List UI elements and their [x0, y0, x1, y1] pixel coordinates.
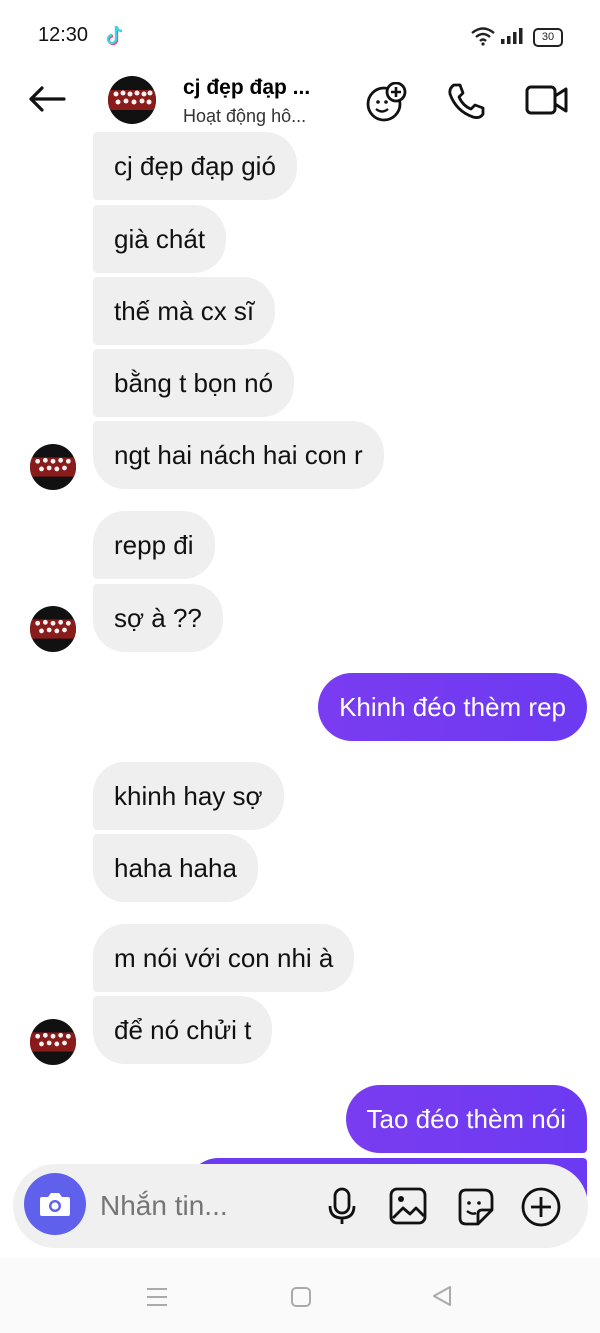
gallery-button[interactable]: [388, 1186, 428, 1226]
tiktok-icon: [106, 25, 123, 46]
contact-status: Hoạt động hô...: [183, 106, 307, 126]
group-photo-icon: [30, 1019, 76, 1065]
wifi-icon: [471, 27, 495, 46]
contact-avatar[interactable]: [108, 76, 156, 124]
message-bubble-outgoing[interactable]: Tao đéo thèm nói: [345, 1085, 587, 1153]
message-bubble-incoming[interactable]: già chát: [93, 205, 227, 273]
message-bubble-incoming[interactable]: thế mà cx sĩ: [93, 277, 276, 345]
contact-name[interactable]: cj đẹp đạp ...: [183, 76, 310, 100]
message-bubble-incoming[interactable]: khinh hay sợ: [93, 762, 284, 830]
message-bubble-incoming[interactable]: repp đi: [93, 511, 215, 579]
camera-button[interactable]: [24, 1173, 86, 1235]
recent-apps-icon[interactable]: [146, 1287, 168, 1307]
camera-icon: [40, 1193, 70, 1216]
more-options-button[interactable]: [520, 1186, 562, 1228]
status-time: 12:30: [38, 24, 89, 46]
group-photo-icon: [30, 606, 76, 652]
home-icon[interactable]: [290, 1286, 312, 1308]
call-button[interactable]: [444, 80, 488, 122]
back-button[interactable]: [26, 83, 68, 115]
microphone-button[interactable]: [322, 1186, 362, 1226]
signal-icon: [501, 28, 523, 44]
message-bubble-incoming[interactable]: m nói với con nhi à: [93, 924, 355, 992]
message-bubble-incoming[interactable]: ngt hai nách hai con r: [93, 421, 384, 489]
message-bubble-incoming[interactable]: haha haha: [93, 834, 258, 902]
message-bubble-incoming[interactable]: bằng t bọn nó: [93, 349, 295, 417]
message-bubble-incoming[interactable]: để nó chửi t: [93, 996, 273, 1064]
battery-indicator: 30: [533, 28, 563, 47]
sticker-button[interactable]: [454, 1186, 496, 1228]
back-nav-icon[interactable]: [430, 1284, 454, 1308]
message-bubble-incoming[interactable]: cj đẹp đạp gió: [93, 132, 297, 200]
sender-avatar[interactable]: [30, 444, 76, 490]
group-photo-icon: [108, 76, 156, 124]
sender-avatar[interactable]: [30, 606, 76, 652]
message-bubble-incoming[interactable]: sợ à ??: [93, 584, 223, 652]
group-photo-icon: [30, 444, 76, 490]
effects-button[interactable]: [364, 82, 408, 122]
video-call-button[interactable]: [524, 82, 570, 118]
message-bubble-outgoing[interactable]: Khinh đéo thèm rep: [318, 673, 587, 741]
message-input[interactable]: [100, 1189, 310, 1223]
sender-avatar[interactable]: [30, 1019, 76, 1065]
